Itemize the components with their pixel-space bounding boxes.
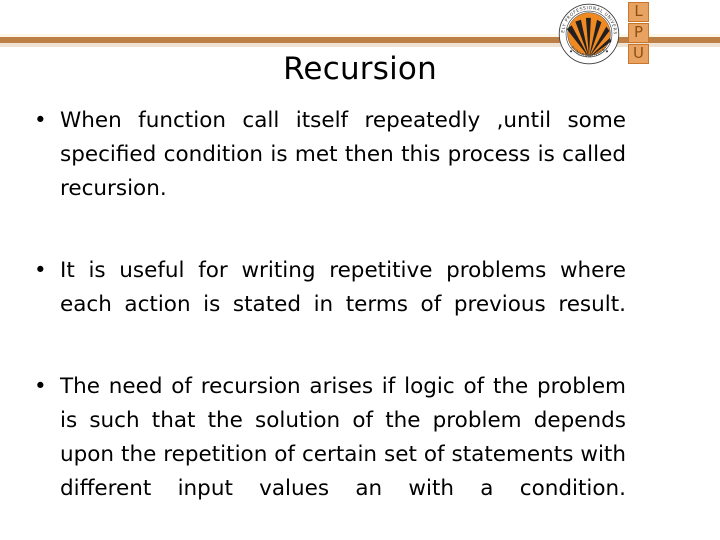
lpu-letter-p: P [628, 23, 649, 43]
bullet-item-1: • When function call itself repeatedly ,… [30, 104, 626, 240]
bullet-marker-icon: • [34, 108, 47, 133]
lpu-letter-u: U [628, 44, 649, 64]
bullet-marker-icon: • [34, 258, 47, 283]
lpu-sunburst-emblem-icon: LOVELY PROFESSIONAL UNIVERSITY PUNJAB (I… [558, 3, 620, 65]
presentation-slide: LOVELY PROFESSIONAL UNIVERSITY PUNJAB (I… [0, 0, 720, 540]
bullet-item-2-text: It is useful for writing repetitive prob… [60, 258, 626, 317]
bullet-item-3-text: The need of recursion arises if logic of… [60, 374, 626, 501]
slide-body-bullet-list: • When function call itself repeatedly ,… [30, 104, 626, 540]
bullet-marker-icon: • [34, 374, 47, 399]
lpu-letter-l: L [628, 2, 649, 22]
bullet-item-1-text: When function call itself repeatedly ,un… [60, 108, 626, 201]
lpu-logo: LOVELY PROFESSIONAL UNIVERSITY PUNJAB (I… [548, 0, 668, 72]
bullet-item-3: • The need of recursion arises if logic … [30, 370, 626, 540]
bullet-item-2: • It is useful for writing repetitive pr… [30, 254, 626, 356]
lpu-letter-stack: L P U [628, 2, 652, 68]
